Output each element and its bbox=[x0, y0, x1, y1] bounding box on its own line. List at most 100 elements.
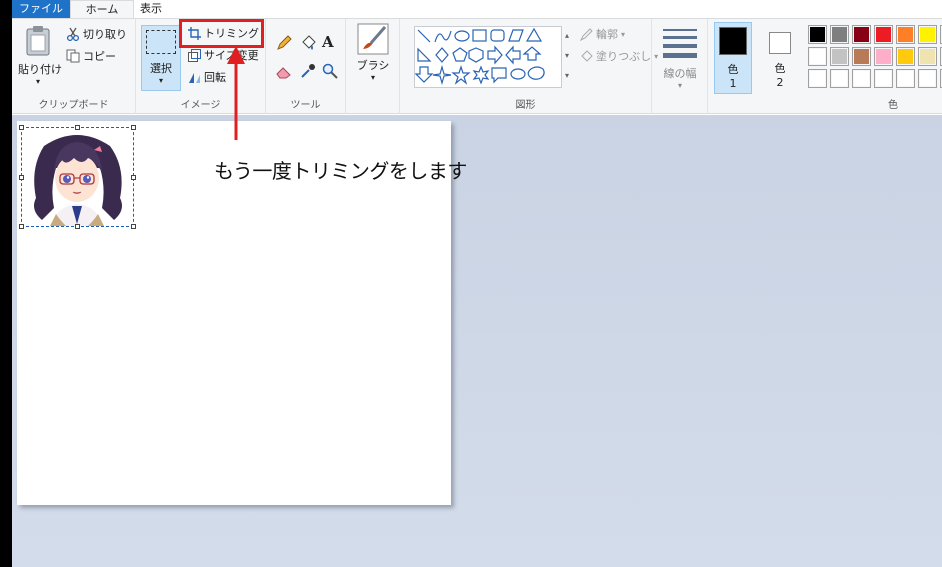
selection-handle-tr[interactable] bbox=[131, 125, 136, 130]
palette-swatch[interactable] bbox=[896, 25, 915, 44]
palette-swatch-color bbox=[920, 71, 935, 86]
outline-label: 輪郭 bbox=[596, 28, 618, 41]
paste-button[interactable]: 貼り付け ▾ bbox=[18, 23, 62, 86]
fill-bucket-icon[interactable] bbox=[300, 35, 316, 51]
colors-group-label: 色 bbox=[888, 100, 898, 111]
palette-swatch[interactable] bbox=[896, 69, 915, 88]
selection-handle-br[interactable] bbox=[131, 224, 136, 229]
brush-label: ブラシ bbox=[356, 59, 390, 72]
chevron-down-icon: ▾ bbox=[35, 77, 40, 86]
chevron-down-icon: ▾ bbox=[370, 73, 375, 82]
color2-number: 2 bbox=[776, 76, 784, 89]
canvas-area[interactable] bbox=[12, 115, 942, 567]
resize-button[interactable]: サイズ変更 bbox=[188, 46, 259, 64]
selection-handle-tl[interactable] bbox=[19, 125, 24, 130]
resize-label: サイズ変更 bbox=[204, 49, 259, 62]
tools-group: A ツール bbox=[266, 19, 346, 114]
ribbon: 貼り付け ▾ 切り取り コピー クリップボード 選択 ▾ トリミング サイズ変更… bbox=[12, 18, 942, 114]
outline-button[interactable]: 輪郭 ▾ bbox=[580, 25, 625, 43]
palette-swatch[interactable] bbox=[896, 47, 915, 66]
color1-number: 1 bbox=[729, 77, 737, 90]
palette-swatch-color bbox=[876, 27, 891, 42]
palette-swatch-color bbox=[920, 49, 935, 64]
palette-swatch[interactable] bbox=[918, 25, 937, 44]
selection-handle-bl[interactable] bbox=[19, 224, 24, 229]
cut-label: 切り取り bbox=[83, 28, 127, 41]
color2-label: 色 bbox=[774, 62, 786, 75]
selection-handle-l[interactable] bbox=[19, 175, 24, 180]
palette-swatch[interactable] bbox=[918, 69, 937, 88]
palette-swatch[interactable] bbox=[808, 47, 827, 66]
palette-swatch-color bbox=[832, 27, 847, 42]
select-label: 選択 bbox=[150, 62, 172, 75]
color1-label: 色 bbox=[727, 63, 739, 76]
palette-swatch[interactable] bbox=[808, 25, 827, 44]
pencil-icon[interactable] bbox=[276, 35, 292, 51]
palette-swatch[interactable] bbox=[830, 47, 849, 66]
palette-swatch[interactable] bbox=[852, 69, 871, 88]
colors-group: 色 1 色 2 色 bbox=[708, 19, 942, 114]
color-picker-icon[interactable] bbox=[300, 63, 316, 79]
line-width-icon bbox=[663, 29, 697, 58]
palette-swatch-color bbox=[810, 27, 825, 42]
copy-label: コピー bbox=[83, 50, 116, 63]
tab-file[interactable]: ファイル bbox=[12, 0, 70, 18]
select-button[interactable]: 選択 ▾ bbox=[141, 25, 181, 91]
palette-swatch[interactable] bbox=[874, 69, 893, 88]
palette-swatch-color bbox=[832, 49, 847, 64]
magnifier-icon[interactable] bbox=[322, 63, 338, 79]
palette-swatch-color bbox=[854, 71, 869, 86]
shapes-scroll[interactable]: ▴ ▾ ▾ bbox=[562, 26, 572, 88]
palette-swatch-color bbox=[876, 71, 891, 86]
anime-girl-image bbox=[22, 128, 133, 226]
text-tool-icon[interactable]: A bbox=[322, 33, 334, 51]
scissors-icon bbox=[66, 27, 80, 41]
tab-home[interactable]: ホーム bbox=[70, 0, 134, 18]
selection-handle-r[interactable] bbox=[131, 175, 136, 180]
trim-highlight-box bbox=[179, 19, 264, 48]
palette-swatch-color bbox=[876, 49, 891, 64]
shapes-group-label: 図形 bbox=[515, 100, 536, 111]
shapes-gallery[interactable] bbox=[414, 26, 562, 88]
chevron-down-icon: ▾ bbox=[158, 76, 163, 85]
palette-swatch[interactable] bbox=[808, 69, 827, 88]
selection-rectangle[interactable] bbox=[19, 125, 136, 229]
selection-handle-t[interactable] bbox=[75, 125, 80, 130]
left-window-edge bbox=[0, 0, 12, 567]
palette-swatch-color bbox=[832, 71, 847, 86]
annotation-text: もう一度トリミングをします bbox=[214, 159, 467, 183]
palette-swatch-color bbox=[854, 49, 869, 64]
palette-swatch-color bbox=[898, 49, 913, 64]
palette-swatch[interactable] bbox=[918, 47, 937, 66]
line-width-button[interactable]: 線の幅 ▾ bbox=[658, 25, 702, 95]
image-group-label: イメージ bbox=[180, 100, 221, 111]
selection-icon bbox=[146, 30, 176, 54]
chevron-down-icon: ▾ bbox=[677, 81, 682, 90]
fill-icon bbox=[581, 49, 593, 62]
line-width-label: 線の幅 bbox=[663, 67, 697, 80]
palette-swatch[interactable] bbox=[830, 69, 849, 88]
tools-group-label: ツール bbox=[290, 100, 321, 111]
color1-button[interactable]: 色 1 bbox=[714, 22, 752, 94]
palette-swatch[interactable] bbox=[874, 25, 893, 44]
color2-button[interactable]: 色 2 bbox=[762, 22, 798, 94]
palette-swatch-color bbox=[854, 27, 869, 42]
fill-label: 塗りつぶし bbox=[596, 50, 652, 63]
brush-button[interactable]: ブラシ ▾ bbox=[354, 23, 392, 91]
selection-handle-b[interactable] bbox=[75, 224, 80, 229]
palette-swatch[interactable] bbox=[852, 25, 871, 44]
eraser-icon[interactable] bbox=[276, 65, 292, 79]
copy-button[interactable]: コピー bbox=[66, 47, 116, 65]
tab-view[interactable]: 表示 bbox=[136, 0, 166, 18]
color2-swatch bbox=[769, 32, 791, 54]
clipboard-group-label: クリップボード bbox=[38, 100, 109, 111]
fill-button[interactable]: 塗りつぶし ▾ bbox=[580, 47, 658, 65]
cut-button[interactable]: 切り取り bbox=[66, 25, 127, 43]
palette-swatch[interactable] bbox=[874, 47, 893, 66]
copy-icon bbox=[66, 49, 80, 63]
palette-swatch[interactable] bbox=[852, 47, 871, 66]
color1-swatch bbox=[719, 27, 747, 55]
palette-swatch[interactable] bbox=[830, 25, 849, 44]
rotate-button[interactable]: 回転 bbox=[188, 68, 226, 86]
paste-label: 貼り付け bbox=[18, 63, 62, 76]
